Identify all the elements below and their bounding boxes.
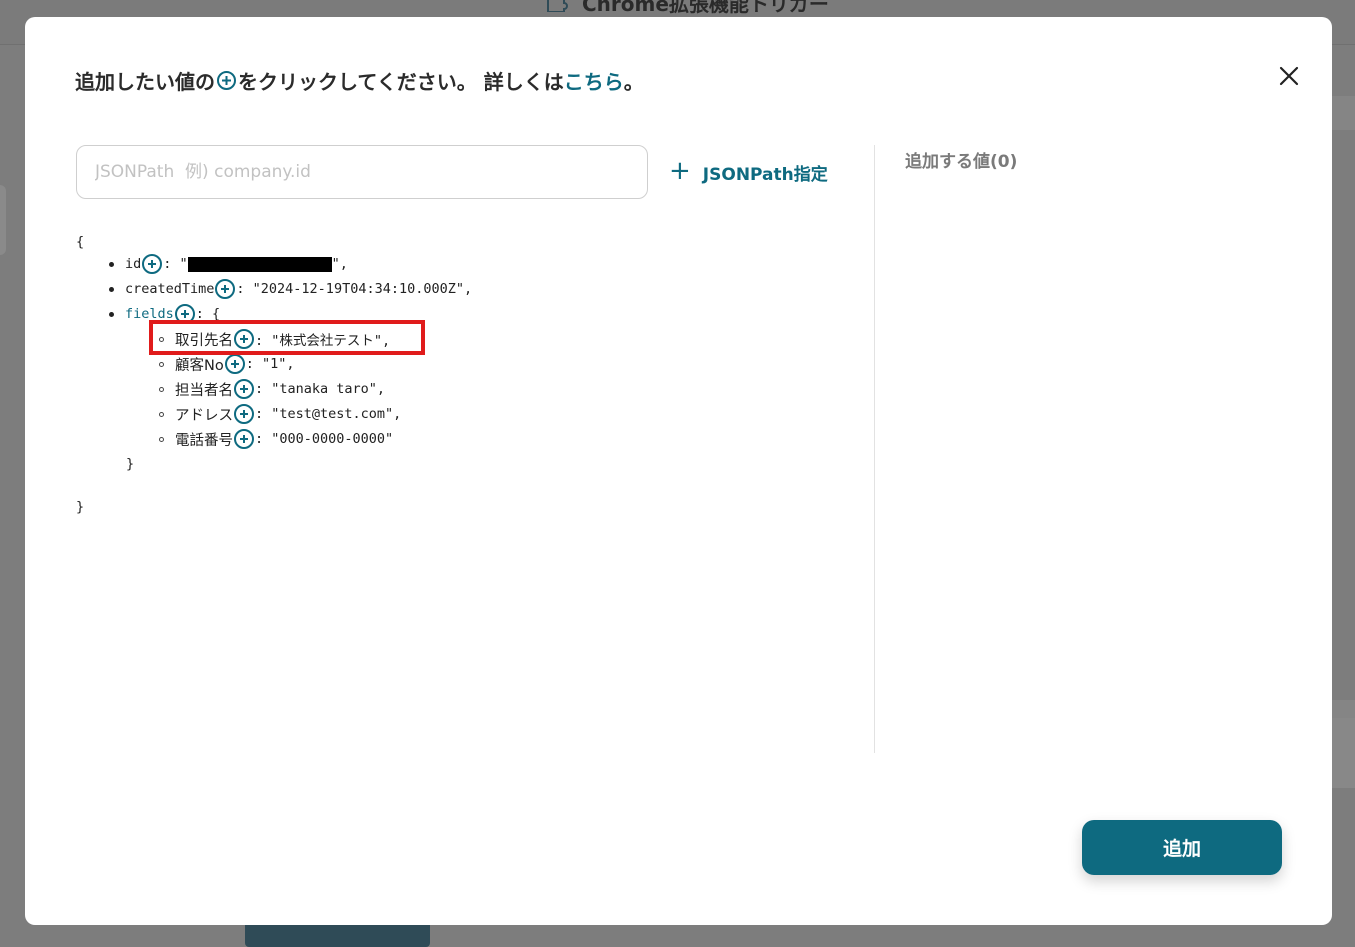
jsonpath-specify-button[interactable]: + JSONPath指定 xyxy=(669,158,828,186)
json-close-brace: } xyxy=(76,499,85,515)
help-link[interactable]: こちら xyxy=(564,66,624,95)
background-panel xyxy=(1332,700,1355,718)
plus-icon: + xyxy=(669,156,691,186)
add-value-plus-icon[interactable] xyxy=(234,379,254,399)
instruction-text: 。 xyxy=(623,70,644,94)
puzzle-icon xyxy=(547,0,568,12)
json-nested-row: アドレス : "test@test.com", xyxy=(159,403,401,425)
add-value-plus-icon[interactable] xyxy=(234,429,254,449)
add-button[interactable]: 追加 xyxy=(1082,820,1282,875)
background-side-tab xyxy=(0,185,6,255)
background-panel xyxy=(1332,718,1355,788)
json-key: アドレス xyxy=(175,407,233,424)
bullet xyxy=(159,411,164,417)
add-value-modal: 追加したい値の をクリックしてください。 詳しくは こちら 。 + JSONPa… xyxy=(25,17,1332,925)
bullet xyxy=(159,386,164,392)
jsonpath-search-input[interactable] xyxy=(76,145,648,199)
add-value-plus-icon[interactable] xyxy=(224,354,245,374)
json-key: createdTime xyxy=(125,281,215,297)
add-value-plus-icon[interactable] xyxy=(215,279,236,299)
highlight-annotation xyxy=(149,320,425,355)
json-value: : "000-0000-0000" xyxy=(255,431,394,447)
json-key: 担当者名 xyxy=(175,382,233,399)
bullet xyxy=(159,436,164,442)
json-key: 顧客No xyxy=(175,357,224,374)
json-nested-row: 電話番号 : "000-0000-0000" xyxy=(159,428,393,450)
bullet xyxy=(109,261,114,267)
modal-instruction: 追加したい値の をクリックしてください。 詳しくは こちら 。 xyxy=(75,66,644,95)
panel-divider xyxy=(874,145,875,753)
instruction-text: 追加したい値の xyxy=(75,70,215,94)
instruction-text: をクリックしてください。 詳しくは xyxy=(238,70,564,94)
json-value: " xyxy=(179,256,188,272)
json-value: : "1", xyxy=(245,356,295,372)
json-key: 電話番号 xyxy=(175,432,233,449)
redacted-value xyxy=(187,256,332,272)
json-nested-row: 顧客No : "1", xyxy=(159,353,295,375)
json-fields-close-brace: } xyxy=(126,456,135,472)
background-panel xyxy=(1332,96,1355,130)
close-icon[interactable] xyxy=(1278,65,1300,87)
json-value: : "test@test.com", xyxy=(255,406,402,422)
background-page-title: Chrome拡張機能トリガー xyxy=(582,0,829,16)
bullet xyxy=(109,311,114,317)
json-nested-row: 担当者名 : "tanaka taro", xyxy=(159,378,385,400)
added-values-title: 追加する値(0) xyxy=(905,152,1018,172)
bullet xyxy=(109,286,114,292)
json-value: : "tanaka taro", xyxy=(255,381,386,397)
jsonpath-specify-label: JSONPath指定 xyxy=(702,164,828,185)
json-open-brace: { xyxy=(76,234,85,250)
json-value-suffix: ", xyxy=(331,256,348,272)
add-value-plus-icon[interactable] xyxy=(142,254,163,274)
json-value: : "2024-12-19T04:34:10.000Z", xyxy=(236,281,473,297)
plus-circle-icon xyxy=(217,71,236,90)
bullet xyxy=(159,361,164,367)
add-value-plus-icon[interactable] xyxy=(234,404,254,424)
json-row: createdTime : "2024-12-19T04:34:10.000Z"… xyxy=(109,278,472,300)
json-key: id xyxy=(125,256,142,272)
json-row: id : " ", xyxy=(109,253,348,275)
